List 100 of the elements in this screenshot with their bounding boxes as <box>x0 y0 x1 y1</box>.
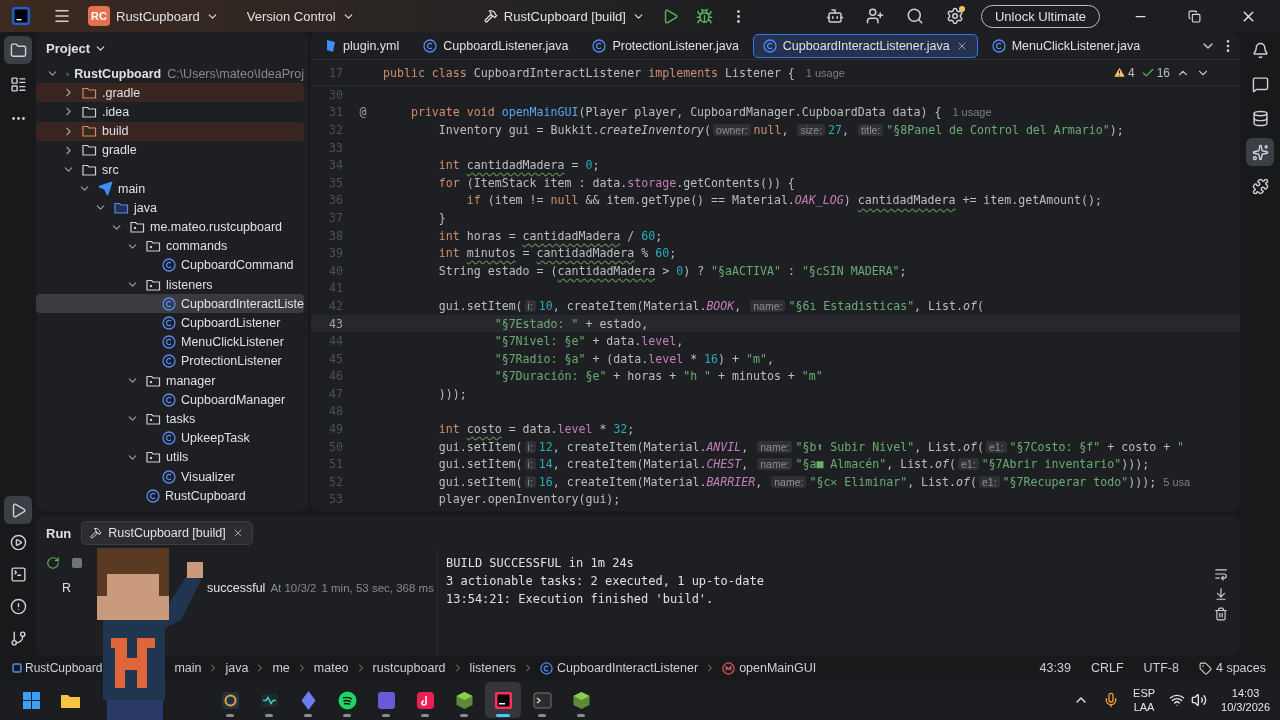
tree-item[interactable]: CupboardManager <box>36 390 304 410</box>
editor-tab[interactable]: CupboardInteractListener.java <box>752 33 978 58</box>
breadcrumb[interactable]: me <box>272 661 290 675</box>
package-folder-icon <box>146 411 161 426</box>
console-line: BUILD SUCCESSFUL in 1m 24s <box>446 556 635 572</box>
package-folder-icon <box>130 220 145 235</box>
vcs-menu[interactable]: Version Control <box>240 4 361 28</box>
code-token: gui.setItem( <box>437 298 523 313</box>
tree-item[interactable]: .idea <box>36 102 304 122</box>
tree-item[interactable]: gradle <box>36 140 304 160</box>
code-token: cantidadMadera <box>536 246 635 261</box>
inlay-hint: name: <box>757 440 793 453</box>
sparkles-icon[interactable] <box>1246 138 1274 166</box>
tree-item-label: ProtectionListener <box>181 354 282 369</box>
speaker-icon[interactable] <box>1191 692 1208 708</box>
tree-item[interactable]: RustCupboard <box>36 486 304 506</box>
code-token: ) + <box>718 351 741 366</box>
tree-item[interactable]: Visualizer <box>36 466 304 487</box>
code-token: horas = <box>466 228 517 243</box>
tree-item[interactable]: me.mateo.rustcupboard <box>36 217 304 237</box>
settings-icon[interactable] <box>945 7 964 25</box>
line-ending[interactable]: CRLF <box>1090 661 1124 675</box>
code-token: "m" <box>746 351 767 366</box>
code-token: , <box>842 123 851 137</box>
tree-item-label: MenuClickListener <box>181 335 284 350</box>
code-token: + data. <box>591 334 642 349</box>
breadcrumb[interactable]: listeners <box>469 661 517 675</box>
tree-item[interactable]: commands <box>36 236 304 256</box>
inlay-hint: i: <box>524 458 536 471</box>
unlock-button[interactable]: Unlock Ultimate <box>980 4 1100 28</box>
editor-tab[interactable]: ProtectionListener.java <box>582 33 749 58</box>
tree-item[interactable]: java <box>36 198 304 218</box>
tree-item[interactable]: build <box>36 121 304 141</box>
app-logo-icon[interactable] <box>12 7 30 25</box>
code-token: private void <box>409 105 496 120</box>
cursor-position[interactable]: 43:39 <box>1039 661 1071 675</box>
code-token: , createItem(Material. <box>552 298 707 313</box>
keyboard-language[interactable]: ESP LAA <box>1133 686 1156 714</box>
code-token: 16 <box>538 474 553 489</box>
project-panel-title[interactable]: Project <box>46 40 108 56</box>
run-icon[interactable] <box>4 496 32 524</box>
code-token: cantidadMadera <box>466 158 565 173</box>
editor-tab[interactable]: plugin.yml <box>315 33 410 58</box>
editor-tab[interactable]: MenuClickListener.java <box>981 33 1151 58</box>
package-folder-icon <box>146 373 161 388</box>
tree-item-label: Visualizer <box>181 469 235 484</box>
breadcrumb[interactable]: java <box>225 661 249 675</box>
tree-item[interactable]: CupboardCommand <box>36 255 304 276</box>
code-token: + minutos + <box>717 369 796 384</box>
tree-item[interactable]: MenuClickListener <box>36 332 304 352</box>
tree-item[interactable]: tasks <box>36 409 304 429</box>
run-tab[interactable]: RustCupboard [build] <box>81 521 253 545</box>
code-token: ; <box>627 422 635 437</box>
wifi-icon[interactable] <box>1169 692 1186 708</box>
editor-tab[interactable]: CupboardListener.java <box>413 33 579 58</box>
code-token: gui.setItem( <box>437 474 523 489</box>
tree-item[interactable]: .gradle <box>36 83 304 103</box>
tree-item[interactable]: utils <box>36 447 304 467</box>
breadcrumb[interactable]: CupboardInteractListener <box>540 661 699 675</box>
code-token: * <box>689 351 699 366</box>
code-token: , List. <box>914 439 963 454</box>
tree-item-label: CupboardInteractListe <box>181 296 304 311</box>
check-count[interactable]: 16 <box>1140 65 1170 80</box>
file-encoding[interactable]: UTF-8 <box>1143 661 1179 675</box>
inlay-hint: name: <box>771 475 807 488</box>
code-token: ( <box>976 439 984 454</box>
breadcrumb[interactable]: RustCupboard <box>12 661 103 675</box>
breadcrumb[interactable]: mateo <box>313 661 349 675</box>
code-token: costo <box>466 422 502 437</box>
code-token: level <box>648 351 684 366</box>
ide-icon[interactable] <box>485 682 521 718</box>
code-token: = <box>521 246 531 261</box>
project-selector[interactable]: RC RustCupboard <box>82 2 225 30</box>
gutter-mark: @ <box>359 105 367 120</box>
tree-item[interactable]: RustCupboard C:\Users\mateo\IdeaProj <box>36 64 304 84</box>
clock[interactable]: 14:03 10/3/2026 <box>1221 686 1270 714</box>
tree-item[interactable]: UpkeepTask <box>36 428 304 448</box>
code-token: cantidadMadera <box>522 228 621 243</box>
tree-item[interactable]: CupboardListener <box>36 313 304 333</box>
breadcrumb[interactable]: rustcupboard <box>372 661 446 675</box>
code-token: , <box>734 298 743 313</box>
tree-item[interactable]: src <box>36 159 304 180</box>
code-token: 60 <box>641 228 656 243</box>
code-token: , <box>755 474 764 489</box>
code-token: "m" <box>801 369 823 384</box>
code-token: ))); <box>1121 457 1150 472</box>
tree-item[interactable]: listeners <box>36 275 304 295</box>
tree-item[interactable]: CupboardInteractListe <box>36 294 304 314</box>
breadcrumb[interactable]: main <box>174 661 202 675</box>
tree-item[interactable]: main <box>36 179 304 199</box>
inlay-hint: size: <box>797 124 826 136</box>
warning-count[interactable]: 4 <box>1112 65 1135 80</box>
run-configuration[interactable]: RustCupboard [build] <box>477 4 651 28</box>
breadcrumb[interactable]: openMainGUI <box>722 661 817 675</box>
tree-item-label: RustCupboard <box>74 66 162 81</box>
tree-item[interactable]: manager <box>36 371 304 391</box>
code-token: += item.getAmount(); <box>961 193 1102 208</box>
tree-item[interactable]: ProtectionListener <box>36 351 304 371</box>
indent-setting[interactable]: 4 spaces <box>1198 661 1266 675</box>
inlay-hint: owner: <box>713 124 751 136</box>
